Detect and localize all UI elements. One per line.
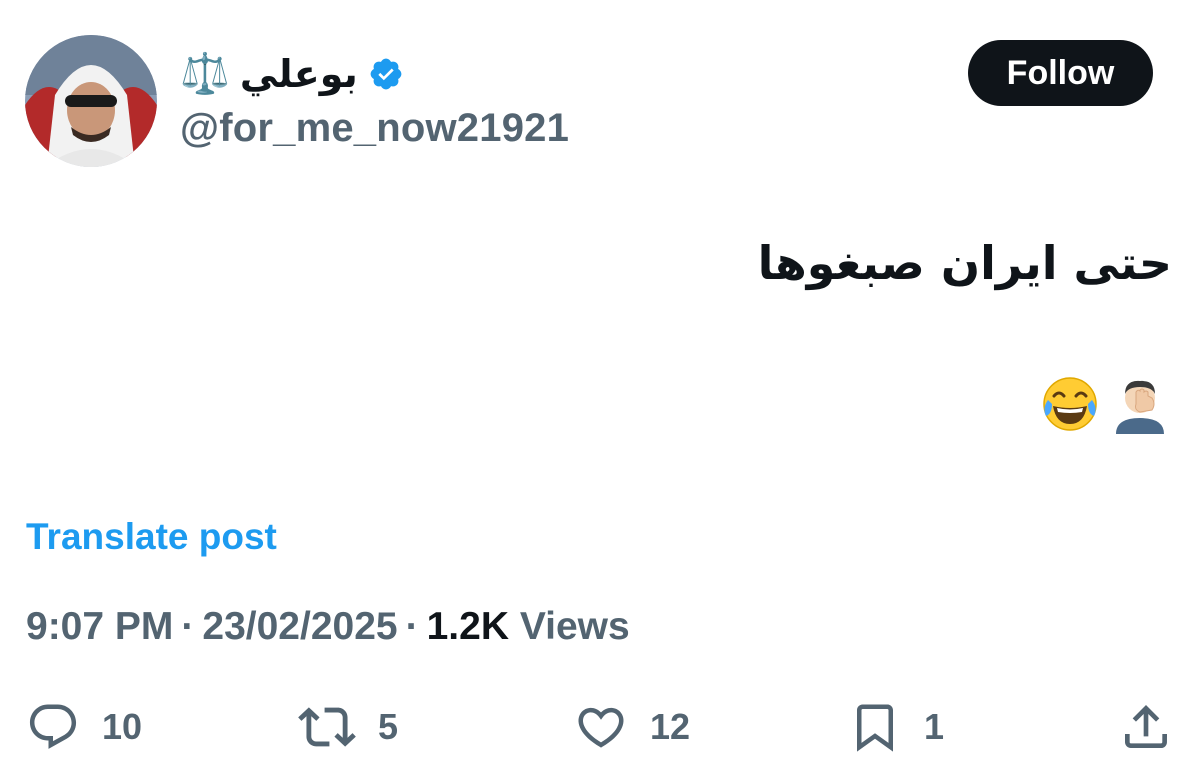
action-bar: 10 5 12 1	[0, 695, 1200, 759]
repost-icon	[298, 707, 356, 747]
views-count: 1.2K	[426, 605, 509, 648]
post-time[interactable]: 9:07 PM	[26, 605, 173, 648]
heart-icon	[578, 707, 624, 748]
post-date[interactable]: 23/02/2025	[202, 605, 397, 648]
author-handle[interactable]: @for_me_now21921	[180, 106, 569, 151]
reply-icon	[29, 704, 77, 749]
avatar-photo	[25, 35, 157, 167]
author-name-row[interactable]: ⚖️ بوعلي	[180, 44, 404, 104]
verified-badge-icon	[368, 56, 404, 92]
follow-button[interactable]: Follow	[968, 40, 1153, 106]
repost-count: 5	[378, 706, 399, 747]
post-text: حتى ايران صبغوها	[757, 236, 1172, 290]
scales-emoji: ⚖️	[180, 52, 230, 96]
translate-post-link[interactable]: Translate post	[26, 516, 277, 558]
like-count: 12	[650, 706, 691, 747]
author-display-name[interactable]: بوعلي	[240, 55, 358, 93]
views-label: Views	[519, 605, 630, 648]
post-emoji-line	[1040, 374, 1170, 434]
repost-button[interactable]: 5	[298, 695, 398, 759]
meta-separator: ·	[181, 605, 195, 648]
share-icon	[1125, 705, 1167, 748]
face-with-tears-of-joy-emoji	[1043, 377, 1097, 431]
bookmark-button[interactable]: 1	[848, 695, 944, 759]
meta-separator: ·	[405, 605, 419, 648]
bookmark-count: 1	[924, 706, 945, 747]
bookmark-icon	[857, 704, 893, 752]
avatar[interactable]	[25, 35, 157, 167]
reply-count: 10	[102, 706, 143, 747]
like-button[interactable]: 12	[574, 695, 690, 759]
post-meta: 9:07 PM · 23/02/2025 · 1.2K Views	[26, 605, 630, 649]
share-button[interactable]	[1118, 695, 1174, 759]
reply-button[interactable]: 10	[26, 695, 142, 759]
man-facepalming-emoji	[1116, 380, 1164, 434]
